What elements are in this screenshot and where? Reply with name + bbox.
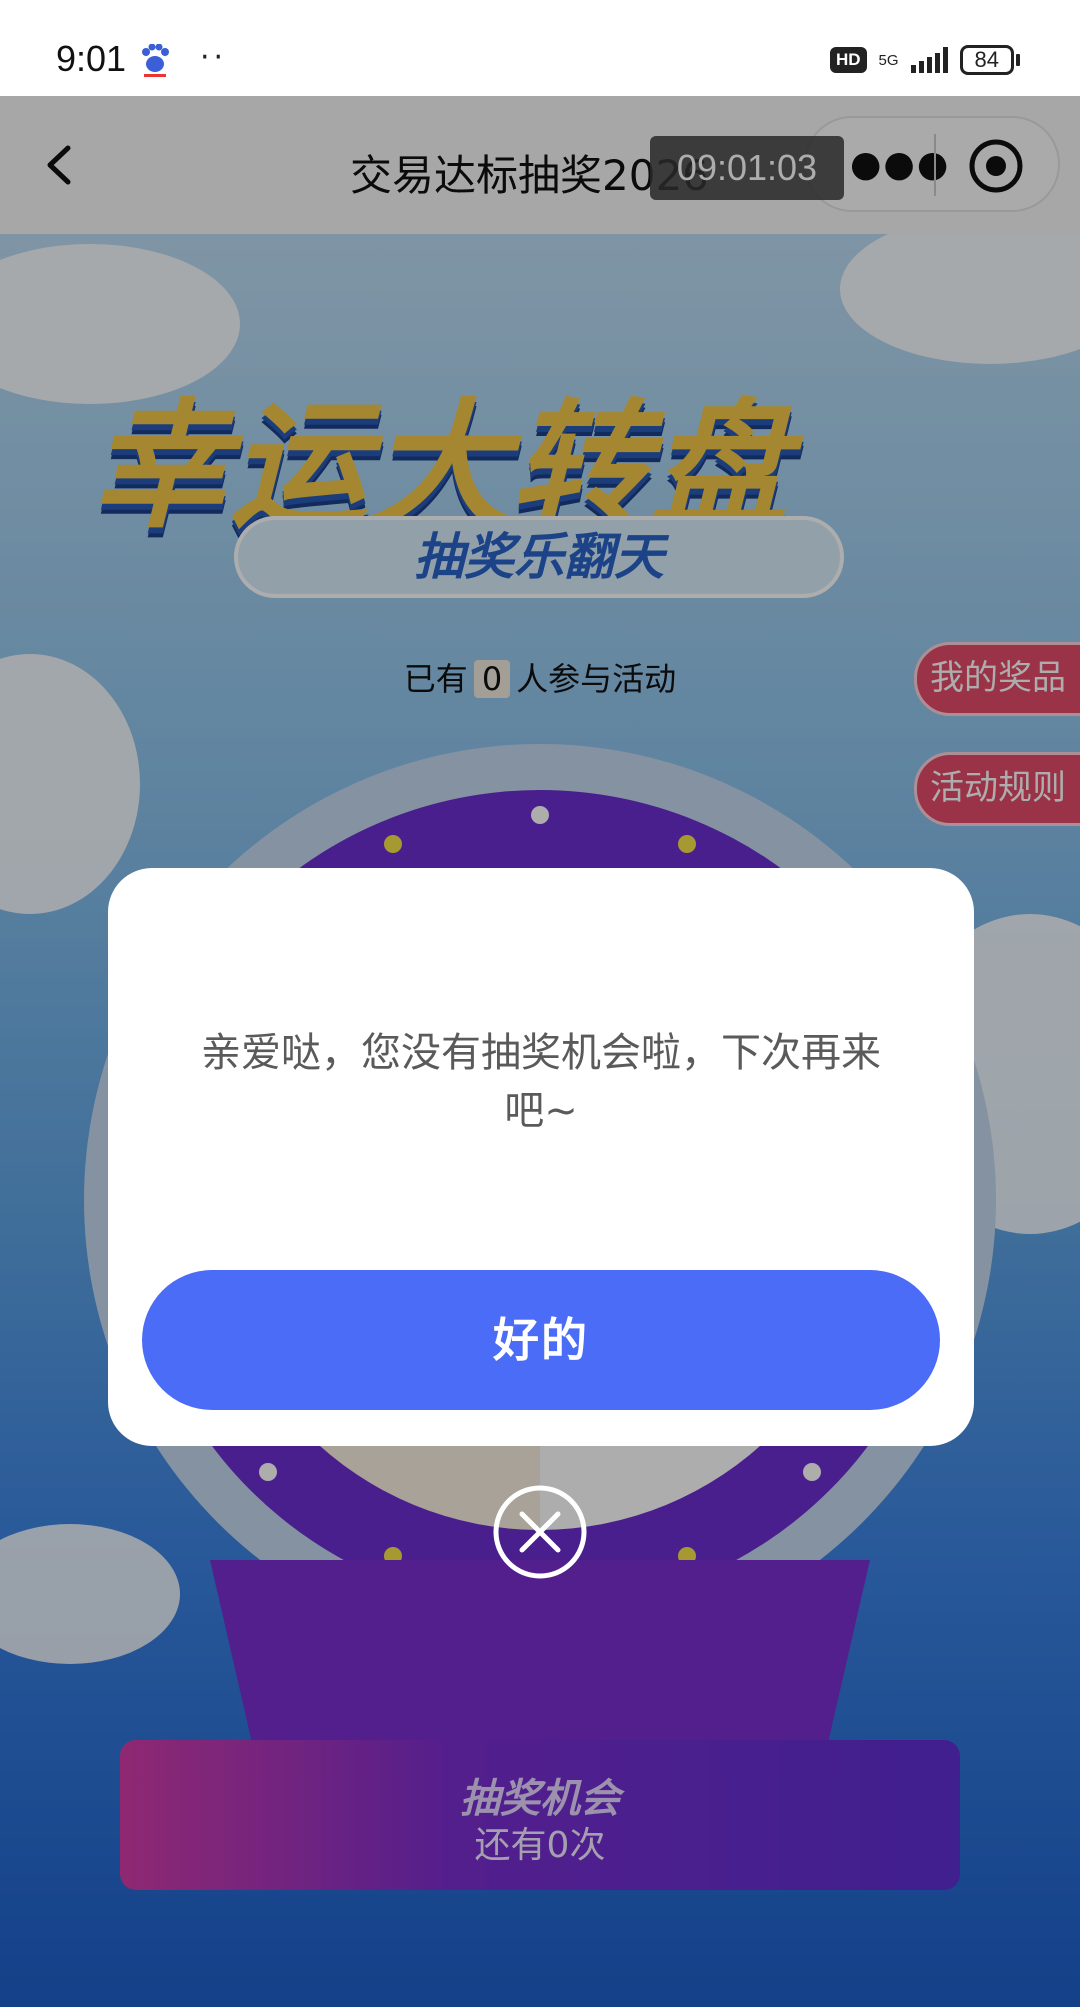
close-dialog-icon[interactable]: [492, 1484, 588, 1580]
signal-icon: [910, 47, 948, 73]
battery-icon: 84: [959, 45, 1020, 75]
ok-button[interactable]: 好的: [142, 1270, 940, 1410]
status-dots: ··: [200, 40, 228, 75]
dialog-message: 亲爱哒，您没有抽奖机会啦，下次再来吧~: [201, 1030, 881, 1134]
battery-level: 84: [959, 45, 1014, 75]
hd-badge: HD: [829, 47, 867, 73]
baidu-paw-icon: [142, 44, 169, 77]
status-bar: 9:01 ·· HD 5G 84: [0, 0, 1080, 96]
status-time: 9:01: [56, 38, 127, 79]
status-indicators: HD 5G 84: [829, 42, 1020, 78]
network-type: 5G: [878, 51, 899, 69]
no-chance-dialog: 亲爱哒，您没有抽奖机会啦，下次再来吧~ 好的: [108, 868, 974, 1446]
